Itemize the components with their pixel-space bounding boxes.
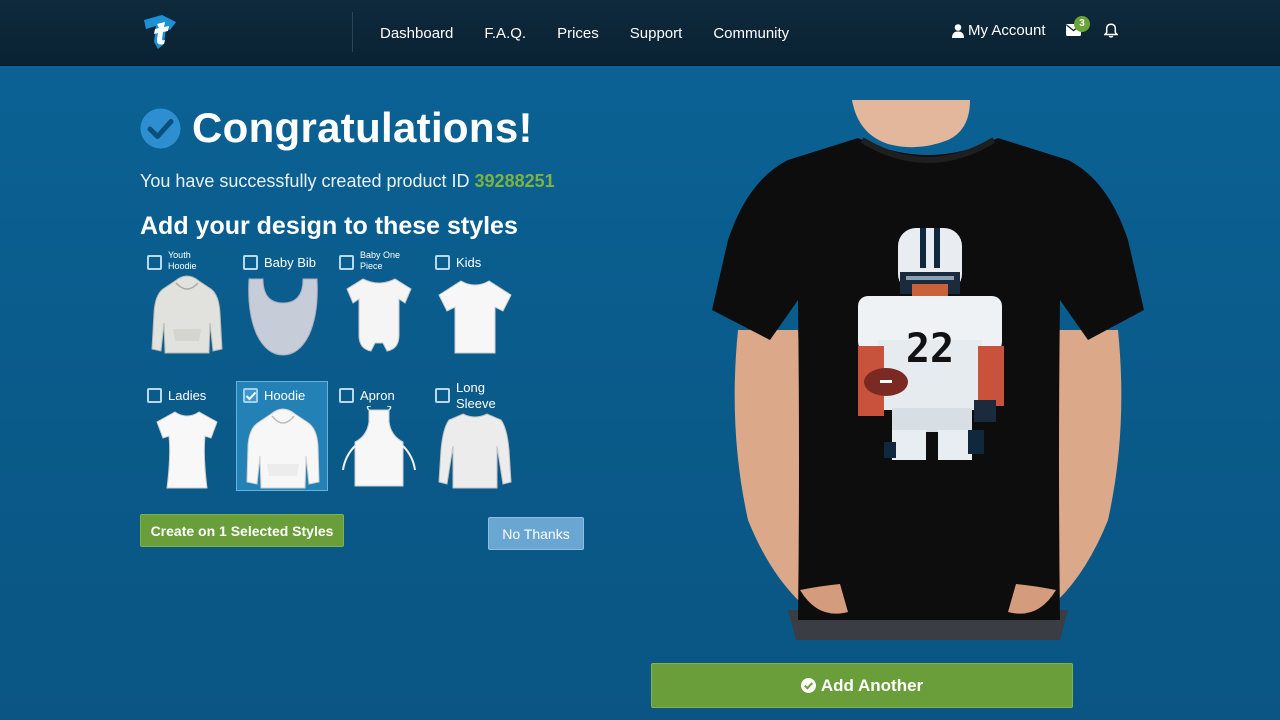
success-text: You have successfully created product ID [140, 171, 475, 191]
style-checkbox[interactable] [243, 255, 258, 270]
nav-links: Dashboard F.A.Q. Prices Support Communit… [380, 0, 820, 66]
youth-hoodie-image [151, 275, 223, 354]
create-on-selected-styles-button[interactable]: Create on 1 Selected Styles [140, 514, 344, 547]
styles-section-title: Add your design to these styles [140, 212, 518, 240]
hoodie-image [246, 408, 320, 489]
top-navbar: Dashboard F.A.Q. Prices Support Communit… [0, 0, 1280, 66]
style-option-baby-bib[interactable]: Baby Bib [236, 248, 328, 358]
nav-link-dashboard[interactable]: Dashboard [380, 25, 453, 42]
style-checkbox[interactable] [147, 388, 162, 403]
congratulations-header: Congratulations! [140, 104, 533, 152]
page-title: Congratulations! [192, 104, 533, 151]
no-thanks-button[interactable]: No Thanks [488, 517, 584, 550]
nav-divider [352, 12, 353, 52]
baby-bib-image [248, 278, 318, 356]
style-option-youth-hoodie[interactable]: Youth Hoodie [140, 248, 232, 358]
style-option-apron[interactable]: Apron [332, 381, 424, 491]
teepublic-logo-icon[interactable] [140, 12, 180, 52]
style-checkbox[interactable] [147, 255, 162, 270]
style-label: Baby Bib [264, 255, 317, 270]
style-label: Ladies [168, 388, 207, 403]
nav-link-support[interactable]: Support [630, 25, 683, 42]
style-option-hoodie[interactable]: Hoodie [236, 381, 328, 491]
style-option-kids[interactable]: Kids [428, 248, 520, 358]
apron-image [342, 406, 416, 487]
style-option-long-sleeve[interactable]: Long Sleeve [428, 380, 520, 491]
product-preview-image: 22 [712, 100, 1144, 640]
style-label: Baby One Piece [360, 250, 401, 271]
jersey-number: 22 [906, 326, 954, 372]
check-circle-icon [140, 108, 181, 148]
add-another-button[interactable]: Add Another [651, 663, 1073, 708]
add-another-label: Add Another [820, 675, 924, 695]
style-checkbox[interactable] [339, 388, 354, 403]
user-icon [952, 23, 964, 38]
nav-link-community[interactable]: Community [713, 25, 789, 42]
style-checkbox[interactable] [435, 255, 450, 270]
nav-link-faq[interactable]: F.A.Q. [484, 25, 526, 42]
mail-count-badge: 3 [1074, 16, 1090, 32]
style-label: Kids [456, 255, 482, 270]
style-label: Hoodie [264, 388, 306, 403]
style-label: Youth Hoodie [168, 250, 197, 271]
style-label: Apron [360, 388, 395, 403]
kids-tee-image [438, 280, 512, 354]
long-sleeve-image [438, 413, 512, 489]
ladies-tee-image [156, 411, 218, 489]
style-checkbox-checked[interactable] [243, 388, 258, 403]
style-checkbox[interactable] [339, 255, 354, 270]
bell-icon[interactable] [1104, 23, 1118, 38]
my-account-label: My Account [968, 22, 1046, 39]
success-message: You have successfully created product ID… [140, 171, 555, 192]
style-checkbox[interactable] [435, 388, 450, 403]
style-option-ladies[interactable]: Ladies [140, 381, 232, 491]
my-account-link[interactable]: My Account [952, 22, 1046, 39]
check-circle-icon [800, 678, 816, 693]
style-option-baby-one-piece[interactable]: Baby One Piece [332, 248, 424, 358]
baby-one-piece-image [346, 278, 412, 352]
checkbox-check-icon [245, 391, 257, 401]
nav-link-prices[interactable]: Prices [557, 25, 599, 42]
product-id[interactable]: 39288251 [475, 171, 555, 191]
